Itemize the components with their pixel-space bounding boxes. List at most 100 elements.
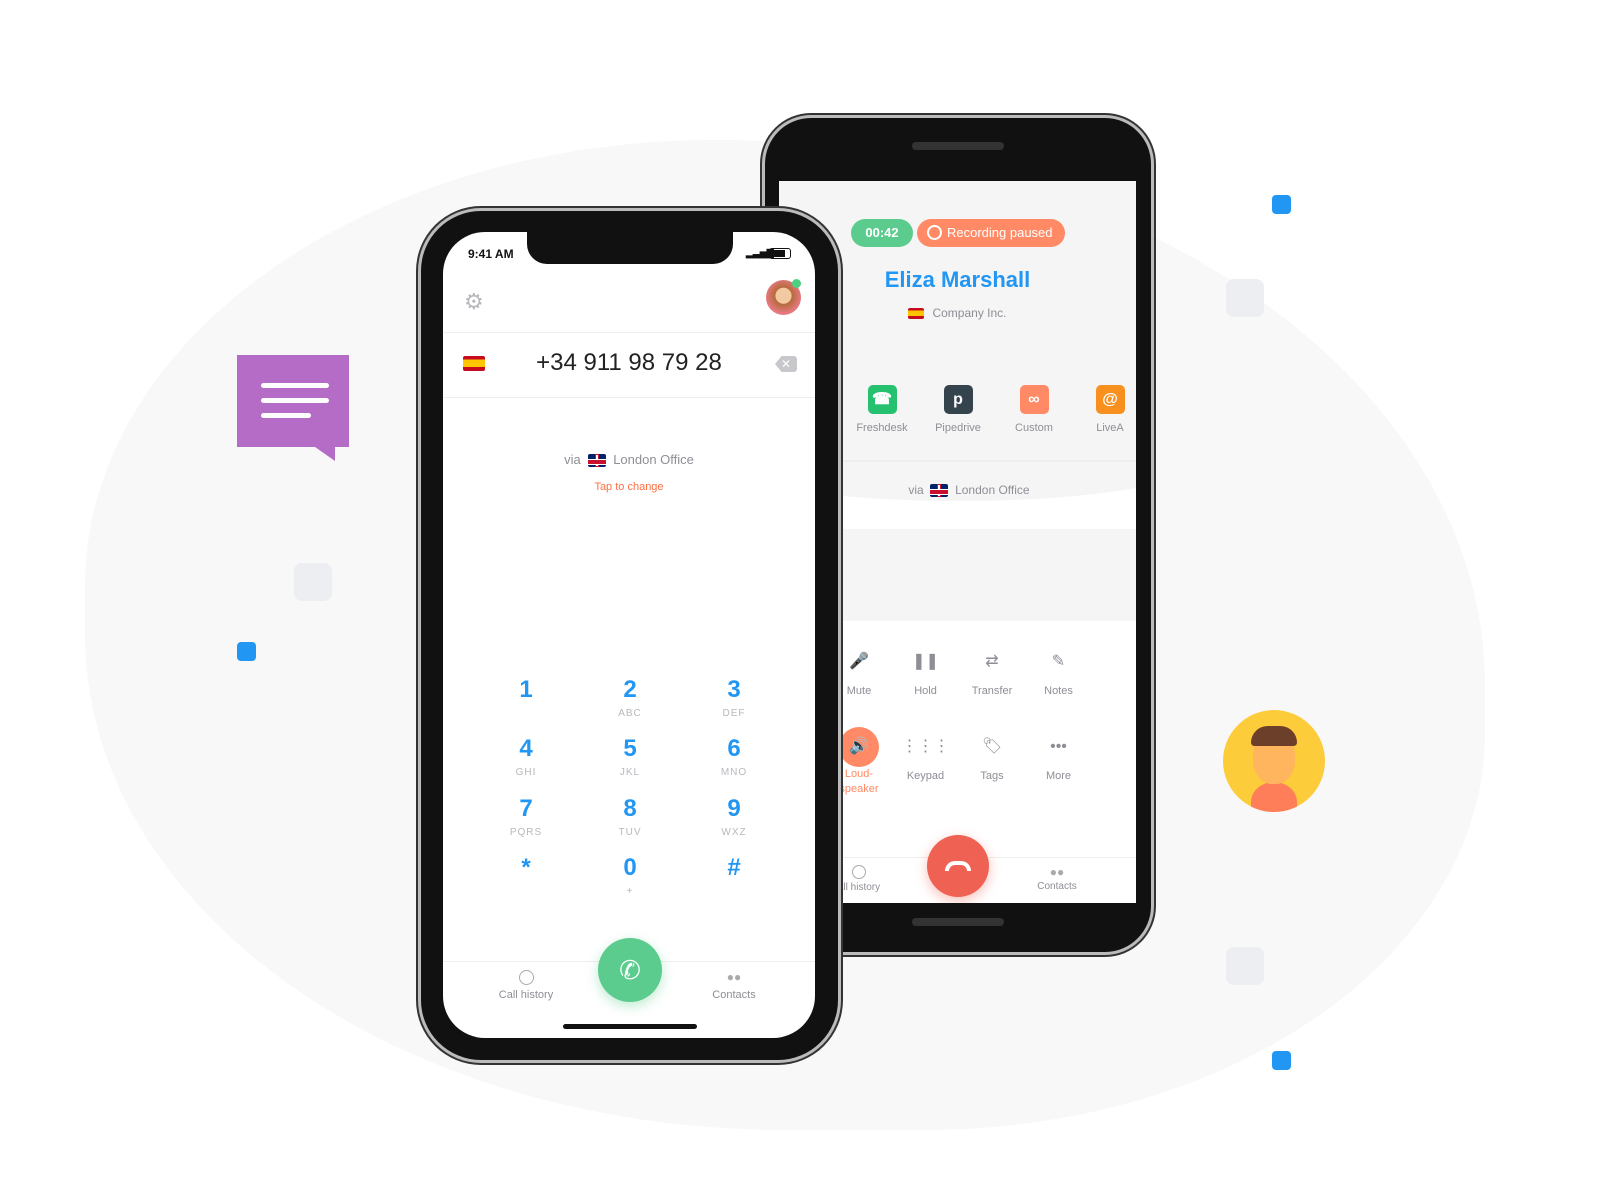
- key-letters: PQRS: [509, 827, 543, 838]
- key-8[interactable]: 8 TUV: [590, 795, 670, 838]
- uk-flag-icon: [930, 484, 949, 498]
- key-digit: 6: [727, 735, 741, 762]
- home-bar: [912, 918, 1004, 926]
- message-bubble-icon: [237, 355, 349, 461]
- key-9[interactable]: 9 WXZ: [694, 795, 774, 838]
- dialer-screen: 9:41 AM ▂▃▅▇ ⚙ +34 911 98 79 28 ✕ via Lo…: [443, 232, 815, 1038]
- key-letters: JKL: [619, 767, 641, 778]
- control-label: Keypad: [906, 770, 945, 782]
- key-letters: WXZ: [721, 827, 747, 838]
- key-digit: 9: [727, 795, 741, 822]
- contacts-icon: ●●: [1049, 865, 1065, 879]
- nav-contacts[interactable]: ●● Contacts: [1007, 865, 1107, 892]
- headset-icon: ☎: [867, 385, 897, 414]
- link-icon: ∞: [1019, 385, 1049, 414]
- key-7[interactable]: 7 PQRS: [486, 795, 566, 838]
- integration-label: Freshdesk: [856, 422, 908, 434]
- integration-custom[interactable]: ∞ Custom: [996, 385, 1072, 434]
- contacts-icon: ●●: [726, 970, 742, 984]
- control-label: Transfer: [971, 685, 1013, 697]
- nav-call-history[interactable]: Call history: [476, 970, 576, 1001]
- spain-flag-icon: [908, 308, 925, 320]
- key-hash[interactable]: #: [694, 854, 774, 886]
- control-label: More: [1045, 770, 1072, 782]
- end-call-button[interactable]: [927, 835, 989, 897]
- recording-off-icon: [927, 225, 942, 240]
- phone-number-display[interactable]: +34 911 98 79 28: [493, 349, 765, 377]
- decor-square: [294, 563, 332, 601]
- via-line: via London Office: [908, 483, 1030, 498]
- key-5[interactable]: 5 JKL: [590, 735, 670, 778]
- control-hold[interactable]: ❚❚ Hold: [891, 645, 961, 697]
- tag-icon: 🏷: [981, 738, 1003, 755]
- p-icon: p: [943, 385, 973, 414]
- clock-icon: [518, 970, 534, 985]
- recording-label: Recording paused: [947, 225, 1053, 240]
- key-6[interactable]: 6 MNO: [694, 735, 774, 778]
- backspace-icon[interactable]: ✕: [775, 356, 797, 372]
- pause-icon: ❚❚: [912, 653, 939, 670]
- speaker-grille: [912, 142, 1004, 150]
- control-notes[interactable]: ✎ Notes: [1024, 645, 1094, 697]
- key-digit: #: [727, 854, 741, 881]
- hang-up-icon: [945, 861, 971, 871]
- key-digit: 8: [623, 795, 637, 822]
- control-keypad[interactable]: ⋮⋮⋮ Keypad: [891, 730, 961, 782]
- control-more[interactable]: ••• More: [1024, 730, 1094, 782]
- key-1[interactable]: 1: [486, 676, 566, 708]
- clock-icon: [852, 865, 866, 879]
- nav-contacts[interactable]: ●● Contacts: [684, 970, 784, 1001]
- transfer-icon: ⇄: [985, 653, 999, 670]
- key-letters: MNO: [720, 767, 748, 778]
- key-letters: DEF: [722, 708, 746, 719]
- key-digit: 7: [519, 795, 533, 822]
- key-digit: 1: [519, 676, 533, 703]
- key-letters: GHI: [515, 767, 537, 778]
- key-digit: 4: [519, 735, 533, 762]
- control-label: Hold: [914, 685, 937, 697]
- control-label: Loud-speaker: [839, 768, 879, 795]
- control-transfer[interactable]: ⇄ Transfer: [957, 645, 1027, 697]
- pencil-icon: ✎: [1051, 653, 1066, 670]
- home-indicator: [563, 1024, 697, 1029]
- call-button[interactable]: ✆: [598, 938, 662, 1002]
- integration-pipedrive[interactable]: p Pipedrive: [920, 385, 996, 434]
- key-star[interactable]: *: [486, 854, 566, 886]
- user-avatar-icon: [1223, 710, 1325, 812]
- tap-to-change-link[interactable]: Tap to change: [443, 481, 815, 493]
- key-digit: 3: [727, 676, 741, 703]
- divider: [443, 332, 815, 333]
- uk-flag-icon: [587, 454, 606, 468]
- divider: [443, 397, 815, 398]
- integration-label: Pipedrive: [935, 422, 981, 434]
- battery-icon: [769, 248, 791, 259]
- key-digit: *: [521, 854, 531, 881]
- integration-freshdesk[interactable]: ☎ Freshdesk: [844, 385, 920, 434]
- key-letters: ABC: [618, 708, 642, 719]
- more-icon: •••: [1050, 738, 1067, 755]
- decor-square: [1272, 195, 1291, 214]
- key-0[interactable]: 0 +: [590, 854, 670, 897]
- notch: [527, 232, 733, 264]
- via-line: via London Office: [564, 452, 694, 468]
- spain-flag-icon[interactable]: [463, 356, 485, 371]
- control-tags[interactable]: 🏷 Tags: [957, 730, 1027, 782]
- key-4[interactable]: 4 GHI: [486, 735, 566, 778]
- key-3[interactable]: 3 DEF: [694, 676, 774, 719]
- decor-square: [1272, 1051, 1291, 1070]
- decor-square: [237, 642, 256, 661]
- speaker-icon: 🔊: [839, 727, 879, 767]
- integration-livea[interactable]: @ LiveA: [1072, 385, 1136, 434]
- integration-label: LiveA: [1096, 422, 1124, 434]
- integration-label: Custom: [1015, 422, 1053, 434]
- settings-gear-icon[interactable]: ⚙: [464, 289, 484, 315]
- chat-icon: @: [1095, 385, 1125, 414]
- decor-square: [1226, 279, 1264, 317]
- key-2[interactable]: 2 ABC: [590, 676, 670, 719]
- key-digit: 0: [623, 854, 637, 881]
- decor-square: [1226, 947, 1264, 985]
- key-digit: 2: [623, 676, 637, 703]
- recording-status-badge[interactable]: Recording paused: [917, 219, 1065, 247]
- key-letters: +: [626, 886, 634, 897]
- control-label: Tags: [980, 770, 1004, 782]
